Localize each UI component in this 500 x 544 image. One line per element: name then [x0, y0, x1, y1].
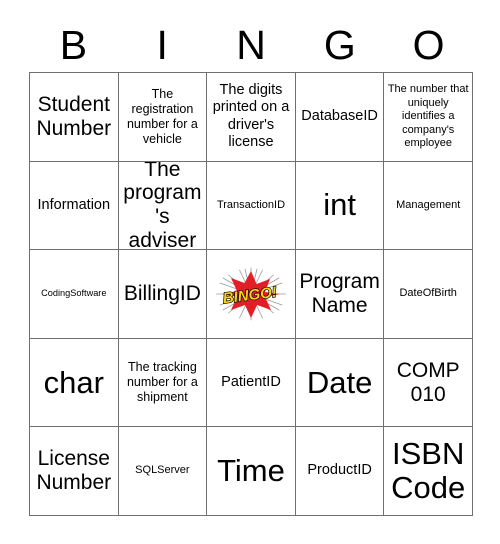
bingo-cell-label: Student Number — [36, 92, 112, 140]
svg-text:BINGO!: BINGO! — [222, 284, 278, 307]
bingo-cell-r4-c5[interactable]: COMP 010 — [384, 338, 473, 428]
bingo-cell-label: The program's adviser — [123, 161, 202, 251]
bingo-cell-label: TransactionID — [216, 198, 286, 211]
bingo-cell-label: Time — [217, 453, 285, 489]
bingo-cell-r4-c4[interactable]: Date — [295, 338, 385, 428]
bingo-cell-label: BillingID — [123, 282, 201, 306]
bingo-cell-label: License Number — [36, 447, 112, 495]
bingo-cell-label: The digits printed on a driver's license — [212, 82, 290, 151]
free-space-cell[interactable]: BINGO! — [207, 250, 296, 339]
bingo-cell-label: int — [323, 187, 356, 223]
bingo-cell-r5-c1[interactable]: License Number — [30, 427, 119, 516]
bingo-grid: Student Number The registration number fo… — [29, 72, 473, 516]
bingo-cell-label: SQLServer — [135, 464, 190, 477]
bingo-cell-r4-c1[interactable]: char — [30, 338, 119, 428]
bingo-cell-r2-c5[interactable]: Management — [384, 161, 473, 251]
bingo-cell-label: Program Name — [299, 270, 380, 317]
bingo-cell-label: The tracking number for a shipment — [126, 360, 198, 405]
bingo-cell-label: ProductID — [307, 462, 372, 479]
bingo-cell-r2-c4[interactable]: int — [295, 161, 385, 251]
header-letter-o: O — [412, 21, 445, 68]
bingo-cell-label: CodingSoftware — [41, 288, 107, 299]
bingo-cell-r5-c4[interactable]: ProductID — [295, 427, 385, 516]
bingo-cell-r1-c4[interactable]: DatabaseID — [295, 73, 385, 162]
bingo-cell-label: Management — [396, 198, 461, 211]
bingo-card: B I N G O Student Number The registration… — [0, 0, 500, 544]
bingo-cell-r5-c2[interactable]: SQLServer — [118, 427, 208, 516]
bingo-cell-r1-c2[interactable]: The registration number for a vehicle — [118, 73, 208, 162]
header-letter-g: G — [323, 21, 356, 68]
header-letter-b: B — [59, 21, 88, 68]
bingo-cell-r1-c5[interactable]: The number that uniquely identifies a co… — [384, 73, 473, 162]
bingo-cell-label: DatabaseID — [301, 108, 378, 125]
bingo-cell-label: Information — [37, 196, 111, 213]
bingo-cell-r2-c3[interactable]: TransactionID — [207, 161, 296, 251]
bingo-cell-label: DateOfBirth — [399, 287, 457, 300]
bingo-cell-r5-c5[interactable]: ISBN Code — [384, 427, 473, 516]
bingo-cell-r5-c3[interactable]: Time — [207, 427, 296, 516]
bingo-cell-label: The registration number for a vehicle — [126, 86, 198, 146]
bingo-cell-r3-c4[interactable]: Program Name — [295, 250, 385, 339]
bingo-cell-r2-c1[interactable]: Information — [30, 161, 119, 251]
bingo-cell-r2-c2[interactable]: The program's adviser — [118, 161, 208, 251]
bingo-cell-label: Date — [306, 364, 373, 400]
bingo-cell-label: The number that uniquely identifies a co… — [387, 83, 469, 149]
bingo-cell-r1-c1[interactable]: Student Number — [30, 73, 119, 162]
bingo-burst-icon: BINGO! — [215, 266, 287, 322]
header-letter-i: I — [156, 21, 168, 68]
bingo-cell-r1-c3[interactable]: The digits printed on a driver's license — [207, 73, 296, 162]
bingo-cell-r3-c1[interactable]: CodingSoftware — [30, 250, 119, 339]
bingo-cell-label: ISBN Code — [391, 436, 466, 506]
bingo-cell-label: char — [43, 364, 104, 400]
header-letter-n: N — [236, 21, 266, 68]
bingo-cell-r4-c2[interactable]: The tracking number for a shipment — [118, 338, 208, 428]
bingo-cell-label: COMP 010 — [396, 358, 460, 406]
bingo-header: B I N G O — [29, 20, 473, 70]
bingo-cell-label: PatientID — [221, 373, 281, 390]
bingo-cell-r3-c5[interactable]: DateOfBirth — [384, 250, 473, 339]
bingo-cell-r3-c2[interactable]: BillingID — [118, 250, 208, 339]
bingo-cell-r4-c3[interactable]: PatientID — [207, 338, 296, 428]
